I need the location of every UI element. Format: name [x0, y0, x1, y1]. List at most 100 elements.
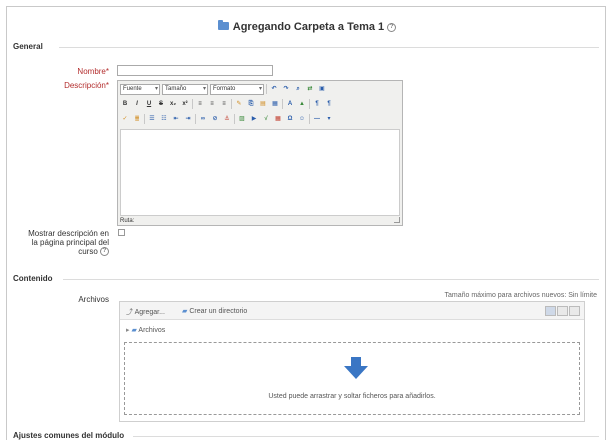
create-folder-icon: ▰ [182, 308, 188, 315]
unlink-icon[interactable]: ⊘ [210, 114, 220, 124]
ltr-icon[interactable]: ¶ [312, 99, 322, 109]
outdent-icon[interactable]: ⇤ [171, 114, 181, 124]
editor-toolbar-row-3: ✓ ≣ ☰ ☷ ⇤ ⇥ ∞ ⊘ ⚓ ▨ ▶ √ ▦ Ω ☺ — ▾ [120, 113, 334, 125]
drop-zone-message: Usted puede arrastrar y soltar ficheros … [268, 393, 436, 400]
superscript-icon[interactable]: x² [180, 99, 190, 109]
horizontal-rule-icon[interactable]: — [312, 114, 322, 124]
breadcrumb-item[interactable]: ▸ ▰ Archivos [126, 326, 165, 334]
drop-arrow-icon [344, 357, 368, 379]
nombre-label-text: Nombre [77, 67, 106, 76]
rtl-icon[interactable]: ¶ [324, 99, 334, 109]
mostrar-label-line-1: Mostrar descripción en [28, 229, 109, 238]
file-drop-zone[interactable]: Usted puede arrastrar y soltar ficheros … [124, 342, 580, 415]
mostrar-descripcion-label: Mostrar descripción en la página princip… [17, 229, 109, 257]
file-manager-toolbar: ⤴ Agregar... ▰ Crear un directorio [120, 302, 584, 320]
numbered-list-icon[interactable]: ☷ [159, 114, 169, 124]
toolbar-separator [144, 114, 145, 124]
breadcrumb-folder-label: Archivos [138, 327, 166, 334]
toolbar-separator [192, 99, 193, 109]
find-icon[interactable]: ⌕ [293, 84, 303, 94]
text-color-icon[interactable]: A [285, 99, 295, 109]
subscript-icon[interactable]: x₂ [168, 99, 178, 109]
archivos-label: Archivos [78, 295, 109, 304]
help-icon[interactable]: ? [100, 247, 109, 257]
page-title-text: Agregando Carpeta a Tema 1 [232, 21, 385, 33]
section-divider [133, 436, 599, 437]
folder-icon: ▰ [131, 327, 137, 334]
clean-format-icon[interactable]: ✎ [234, 99, 244, 109]
link-icon[interactable]: ∞ [198, 114, 208, 124]
icon-view-icon[interactable] [545, 306, 556, 316]
section-divider [59, 47, 599, 48]
undo-icon[interactable]: ↶ [269, 84, 279, 94]
add-file-label: Agregar... [134, 309, 165, 316]
redo-icon[interactable]: ↷ [281, 84, 291, 94]
bullet-list-icon[interactable]: ☰ [147, 114, 157, 124]
fullscreen-icon[interactable]: ▣ [317, 84, 327, 94]
toolbar-separator [234, 114, 235, 124]
table-icon[interactable]: ▦ [273, 114, 283, 124]
list-view-icon[interactable] [557, 306, 568, 316]
chevron-right-icon: ▸ [126, 327, 130, 334]
nombre-input[interactable] [117, 65, 273, 76]
section-ajustes-heading[interactable]: Ajustes comunes del módulo [13, 431, 124, 440]
italic-icon[interactable]: I [132, 99, 142, 109]
paste-text-icon[interactable]: ⎘ [246, 99, 256, 109]
mostrar-label-line-2: la página principal del [31, 238, 109, 247]
align-left-icon[interactable]: ≡ [195, 99, 205, 109]
emoticon-icon[interactable]: ☺ [297, 114, 307, 124]
page-title: Agregando Carpeta a Tema 1 ? [7, 20, 607, 33]
image-icon[interactable]: ▨ [237, 114, 247, 124]
equation-icon[interactable]: √ [261, 114, 271, 124]
align-right-icon[interactable]: ≡ [219, 99, 229, 109]
descripcion-label-text: Descripción [64, 81, 106, 90]
file-manager: ⤴ Agregar... ▰ Crear un directorio ▸ ▰ A… [119, 301, 585, 422]
format-select[interactable]: Formato [210, 83, 264, 95]
editor-resize-handle[interactable] [394, 217, 400, 223]
editor-toolbar-row-2: B I U S x₂ x² ≡ ≡ ≡ ✎ ⎘ ▤ ▦ A ▲ ¶ ¶ [120, 98, 334, 110]
paste-word-icon[interactable]: ▤ [258, 99, 268, 109]
special-char-icon[interactable]: Ω [285, 114, 295, 124]
editor-toolbar-row-1: Fuente Tamaño Formato ↶ ↷ ⌕ ⇄ ▣ [120, 83, 327, 95]
section-general-heading[interactable]: General [13, 42, 43, 51]
strikethrough-icon[interactable]: S [156, 99, 166, 109]
toolbar-separator [282, 99, 283, 109]
description-editor: Fuente Tamaño Formato ↶ ↷ ⌕ ⇄ ▣ B I U S … [117, 80, 403, 226]
add-file-icon: ⤴ [126, 309, 133, 316]
background-color-icon[interactable]: ▲ [297, 99, 307, 109]
paste-icon[interactable]: ▦ [270, 99, 280, 109]
page-frame: Agregando Carpeta a Tema 1 ? General Nom… [6, 6, 606, 440]
view-mode-buttons [545, 306, 580, 316]
mostrar-descripcion-checkbox[interactable] [118, 229, 125, 236]
mostrar-label-line-3: curso [78, 247, 98, 256]
required-mark: * [105, 81, 109, 90]
align-center-icon[interactable]: ≡ [207, 99, 217, 109]
create-directory-label: Crear un directorio [189, 308, 248, 315]
nonbreaking-icon[interactable]: ≣ [132, 114, 142, 124]
tree-view-icon[interactable] [569, 306, 580, 316]
toolbar-separator [309, 99, 310, 109]
size-select[interactable]: Tamaño [162, 83, 208, 95]
indent-icon[interactable]: ⇥ [183, 114, 193, 124]
nombre-label: Nombre* [27, 67, 109, 76]
required-mark: * [105, 67, 109, 76]
spellcheck-icon[interactable]: ✓ [120, 114, 130, 124]
anchor-icon[interactable]: ⚓ [222, 114, 232, 124]
add-file-button[interactable]: ⤴ Agregar... [126, 307, 165, 317]
underline-icon[interactable]: U [144, 99, 154, 109]
file-manager-breadcrumb: ▸ ▰ Archivos [120, 321, 584, 337]
help-icon[interactable]: ? [387, 22, 397, 32]
font-select[interactable]: Fuente [120, 83, 160, 95]
editor-content-area[interactable] [120, 129, 400, 216]
more-icon[interactable]: ▾ [324, 114, 334, 124]
toolbar-separator [195, 114, 196, 124]
replace-icon[interactable]: ⇄ [305, 84, 315, 94]
section-contenido-heading[interactable]: Contenido [13, 274, 53, 283]
create-directory-button[interactable]: ▰ Crear un directorio [182, 307, 247, 315]
descripcion-label: Descripción* [27, 81, 109, 90]
max-size-text: Tamaño máximo para archivos nuevos: Sin … [444, 292, 597, 299]
media-icon[interactable]: ▶ [249, 114, 259, 124]
folder-icon [217, 20, 229, 30]
toolbar-separator [309, 114, 310, 124]
bold-icon[interactable]: B [120, 99, 130, 109]
